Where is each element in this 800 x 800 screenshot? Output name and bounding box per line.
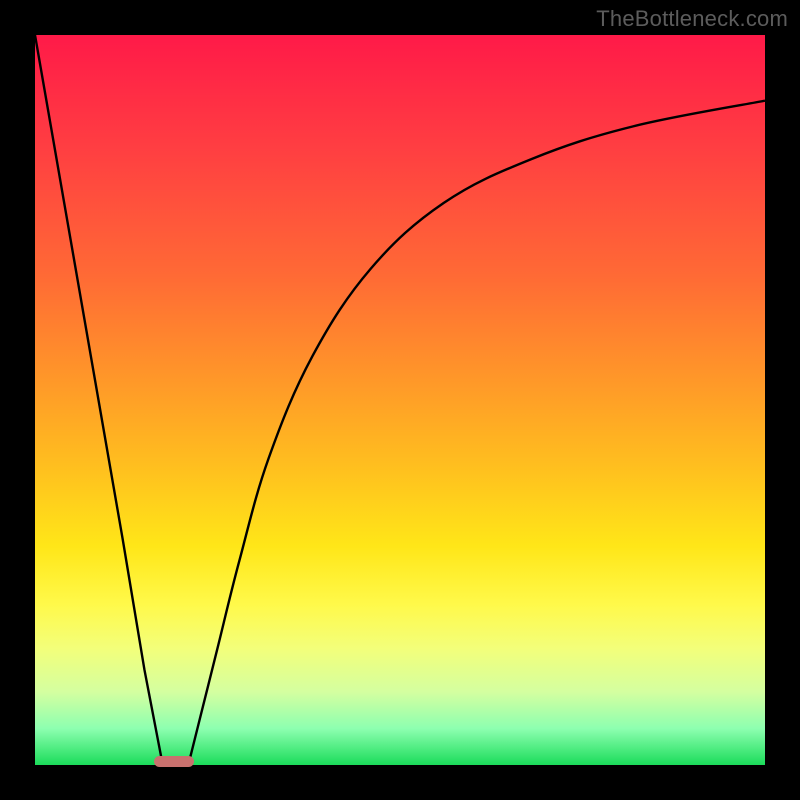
plot-area bbox=[35, 35, 765, 765]
left-descent-curve bbox=[35, 35, 163, 765]
chart-frame: TheBottleneck.com bbox=[0, 0, 800, 800]
curve-layer bbox=[35, 35, 765, 765]
min-marker bbox=[154, 756, 194, 767]
right-ascent-curve bbox=[188, 101, 765, 765]
watermark-text: TheBottleneck.com bbox=[596, 6, 788, 32]
